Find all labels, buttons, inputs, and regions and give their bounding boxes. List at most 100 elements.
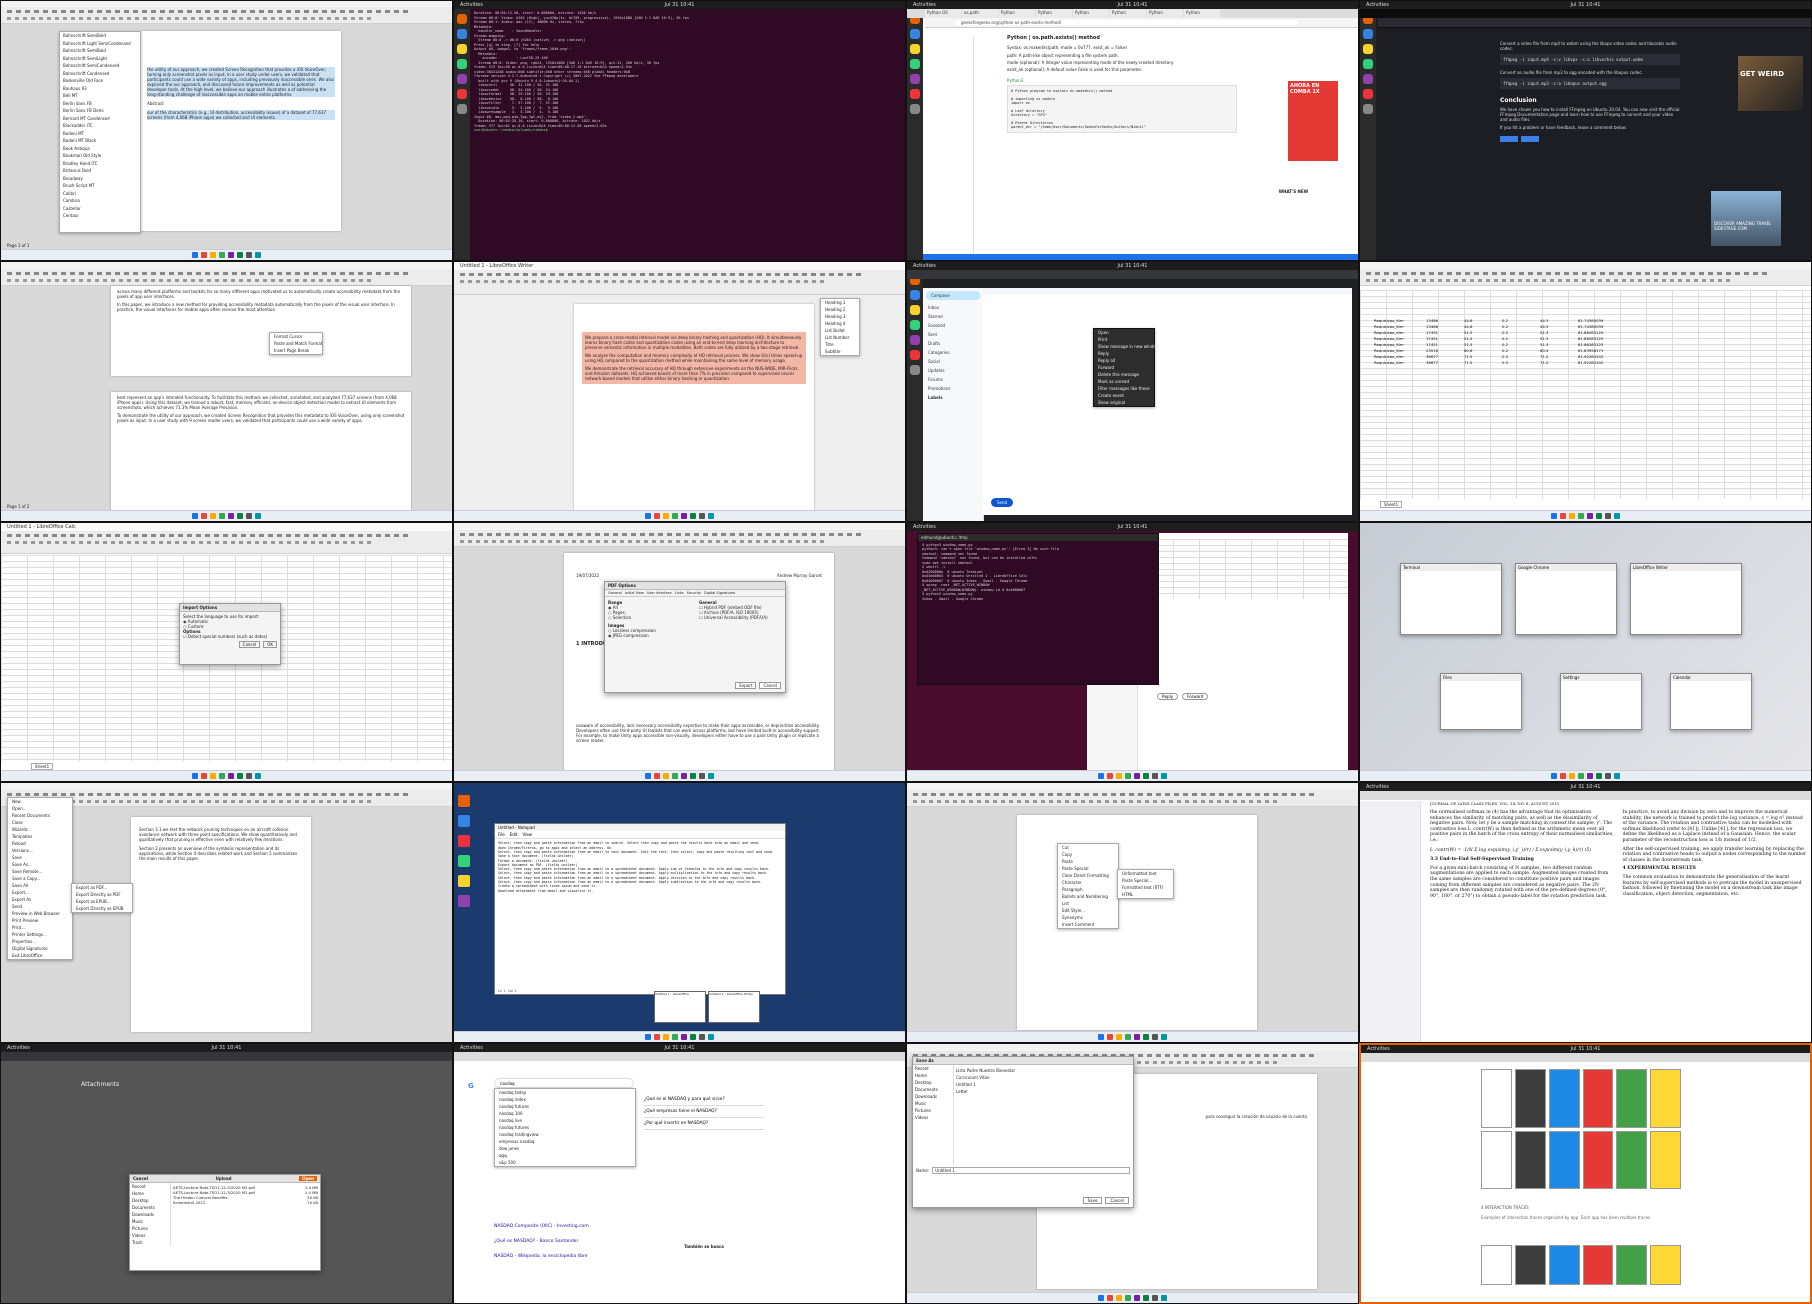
dock-app-icon[interactable]: [910, 104, 920, 114]
style-option[interactable]: List Bullet: [821, 327, 859, 334]
compose-button[interactable]: Compose: [926, 290, 980, 300]
search-input[interactable]: nasdaq: [494, 1078, 634, 1089]
clock[interactable]: Jul 31 10:41: [665, 2, 695, 8]
dock-app-icon[interactable]: [910, 319, 920, 330]
dialog-tab[interactable]: Security: [687, 591, 701, 595]
desktop-icon[interactable]: [458, 815, 470, 828]
app-icon[interactable]: [192, 512, 198, 519]
app-icon[interactable]: [654, 773, 660, 780]
browser-tab[interactable]: Python OS: [925, 9, 961, 18]
dock-app-icon[interactable]: [457, 14, 467, 24]
activities-button[interactable]: Activities: [460, 2, 483, 8]
app-icon[interactable]: [1116, 773, 1122, 780]
clock[interactable]: Jul 31 10:41: [1571, 2, 1601, 8]
place-item[interactable]: Downloads: [913, 1093, 953, 1100]
app-icon[interactable]: [1161, 1294, 1167, 1301]
toolbar[interactable]: [1, 7, 452, 24]
dock-app-icon[interactable]: [910, 29, 920, 39]
app-icon[interactable]: [1551, 512, 1557, 519]
app-icon[interactable]: [699, 1034, 705, 1041]
places-list[interactable]: Recent Home Desktop Documents Downloads Music…: [130, 1183, 171, 1247]
browser-tab[interactable]: os.path: [962, 9, 998, 18]
pdf-options-dialog[interactable]: PDF Options General Initial View User Inte…: [604, 580, 786, 693]
menubar[interactable]: [907, 1044, 1358, 1052]
table-cell[interactable]: 0.3: [1502, 360, 1540, 366]
app-icon[interactable]: [246, 512, 252, 519]
font-dropdown[interactable]: Bahnschrift SemiBold Bahnschrift Light Se…: [59, 31, 141, 233]
browser-tab[interactable]: Python: [1184, 9, 1220, 18]
app-icon[interactable]: [699, 512, 705, 519]
app-icon[interactable]: [192, 773, 198, 780]
table-cell[interactable]: 36677: [1426, 360, 1464, 366]
menu-item[interactable]: Print: [1094, 336, 1154, 343]
menu-item[interactable]: Send: [8, 903, 72, 910]
dock-app-icon[interactable]: [910, 334, 920, 345]
app-icon[interactable]: [219, 512, 225, 519]
browser-tab[interactable]: Python: [1036, 9, 1072, 18]
sheet-tab[interactable]: Sheet1: [31, 763, 54, 771]
dock-app-icon[interactable]: [1363, 44, 1373, 54]
browser-tab[interactable]: Python: [999, 9, 1035, 18]
taskbar[interactable]: [907, 770, 1358, 782]
browser-tabs[interactable]: [907, 269, 1358, 279]
ok-button[interactable]: OK: [263, 640, 277, 648]
app-icon[interactable]: [219, 773, 225, 780]
result-link[interactable]: NASDAQ Composite (IXIC) - Investing.com: [494, 1224, 664, 1229]
menu-item[interactable]: Open...: [8, 805, 72, 812]
app-icon[interactable]: [1578, 773, 1584, 780]
app-icon[interactable]: [708, 773, 714, 780]
dialog-tab[interactable]: Digital Signatures: [704, 591, 735, 595]
browser-tabs[interactable]: [1360, 791, 1811, 801]
menu-item[interactable]: File: [498, 832, 505, 837]
nav-item[interactable]: Forums: [923, 375, 983, 384]
suggestion-item[interactable]: nasdaq today: [495, 1089, 635, 1096]
menu-item[interactable]: Bullets and Numbering: [1058, 893, 1118, 900]
app-icon[interactable]: [219, 251, 225, 258]
place-item[interactable]: Downloads: [130, 1211, 170, 1218]
app-icon[interactable]: [645, 1034, 651, 1041]
document-page[interactable]: [1017, 815, 1257, 1031]
menu-item[interactable]: Clear Direct Formatting: [1058, 872, 1118, 879]
place-item[interactable]: Pictures: [913, 1107, 953, 1114]
taskbar[interactable]: [1360, 509, 1811, 521]
file-row[interactable]: Screenshot 2022 70 kB: [173, 1200, 318, 1205]
notepad-window[interactable]: Untitled - Notepad File Edit View Select, …: [494, 823, 786, 996]
app-icon[interactable]: [192, 251, 198, 258]
menu-item[interactable]: Templates: [8, 833, 72, 840]
app-icon[interactable]: [1107, 773, 1113, 780]
dock-app-icon[interactable]: [457, 89, 467, 99]
clock[interactable]: Jul 31 10:41: [1118, 524, 1148, 530]
menu-item[interactable]: Versions...: [8, 847, 72, 854]
app-icon[interactable]: [708, 1034, 714, 1041]
place-item[interactable]: Recent: [130, 1183, 170, 1190]
ad-banner[interactable]: AHORA EN COMBA 1X: [1288, 81, 1338, 161]
gmail-nav[interactable]: Compose Inbox Starred Snoozed Sent Drafts Cat…: [923, 287, 984, 521]
ad-image[interactable]: GET WEIRD: [1738, 56, 1803, 111]
window-thumbnails[interactable]: Terminal Google Chrome LibreOffice Writer F…: [1360, 523, 1811, 782]
clock[interactable]: Jul 31 10:41: [1118, 263, 1148, 269]
pdf-page[interactable]: JOURNAL OF LaTeX CLASS FILES, VOL. 14, N…: [1430, 801, 1807, 1042]
app-icon[interactable]: [1569, 512, 1575, 519]
menu-item[interactable]: Save All: [8, 882, 72, 889]
app-icon[interactable]: [663, 1034, 669, 1041]
nav-item[interactable]: Starred: [923, 312, 983, 321]
terminal-output[interactable]: $ python3 window_name.py python3: can't o…: [918, 540, 1158, 604]
menubar[interactable]: [454, 522, 905, 530]
radio-selection[interactable]: ○ Selection: [608, 615, 691, 620]
terminal-prompt[interactable]: user@ubuntu:~/media/uploads/videos$: [474, 128, 901, 133]
data-table[interactable]: Requisicao_Kim 13486 44.6 0.2 44.3 81.7438003…: [1374, 318, 1616, 366]
window-thumbnail[interactable]: Google Chrome: [1515, 562, 1617, 635]
font-option[interactable]: Book Antiqua: [60, 145, 140, 153]
dock-app-icon[interactable]: [457, 44, 467, 54]
menu-item[interactable]: Export...: [8, 889, 72, 896]
app-icon[interactable]: [1116, 1294, 1122, 1301]
menu-item[interactable]: Preview in Web Browser: [8, 910, 72, 917]
dock-app-icon[interactable]: [1363, 89, 1373, 99]
export-submenu[interactable]: Export as PDF... Export Directly as PDF Ex…: [71, 883, 133, 914]
app-icon[interactable]: [228, 512, 234, 519]
app-icon[interactable]: [1134, 773, 1140, 780]
dock-app-icon[interactable]: [457, 29, 467, 39]
place-item[interactable]: Home: [913, 1072, 953, 1079]
suggestion-item[interactable]: nasdaq tradingview: [495, 1131, 635, 1138]
menu-item[interactable]: Export Directly as EPUB: [72, 905, 132, 912]
